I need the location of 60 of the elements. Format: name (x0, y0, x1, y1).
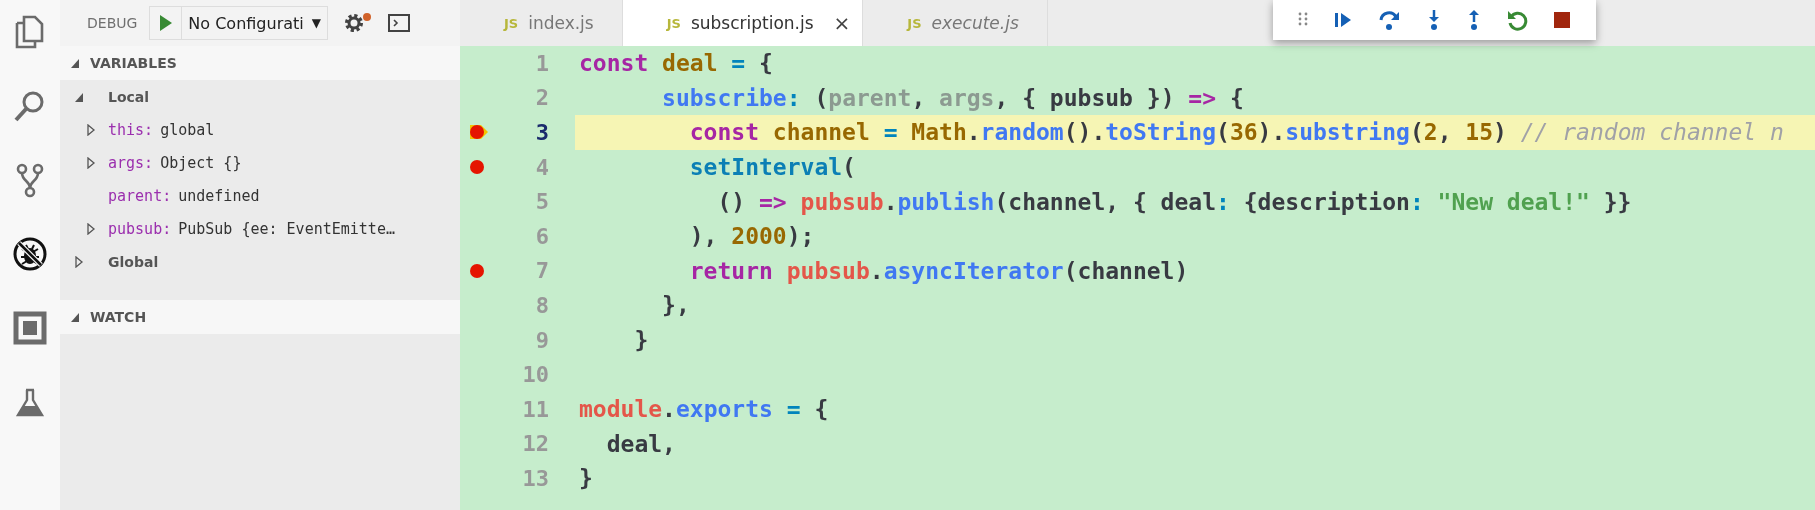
expand-arrow-icon[interactable] (86, 222, 96, 235)
line-number: 11 (521, 396, 549, 422)
variable-row[interactable]: args: Object {} (60, 146, 460, 179)
code-line: setInterval( (688, 154, 856, 181)
debug-title: DEBUG (87, 15, 138, 31)
bug-icon[interactable] (12, 236, 48, 272)
code-line: () => pubsub.publish(channel, { deal: {description: "New deal!" }} (716, 188, 1632, 215)
stop-icon[interactable] (1553, 11, 1572, 29)
continue-icon[interactable] (1332, 10, 1353, 30)
line-number: 4 (534, 154, 549, 180)
line-number: 10 (521, 362, 549, 388)
code-line: } (579, 465, 593, 492)
terminal-icon[interactable] (388, 14, 410, 32)
code-line: }, (661, 292, 690, 319)
variable-row[interactable]: pubsub: PubSub {ee: EventEmitte… (60, 212, 460, 245)
variable-value: Object {} (160, 153, 242, 172)
step-into-icon[interactable] (1427, 9, 1442, 31)
section-header[interactable]: VARIABLES (60, 46, 460, 80)
variable-name: args: (108, 153, 154, 172)
variable-value: undefined (178, 186, 260, 205)
variable-row[interactable]: this: global (60, 113, 460, 146)
square-icon[interactable] (12, 310, 48, 346)
expand-arrow-icon[interactable] (86, 123, 96, 136)
line-number: 2 (534, 85, 549, 111)
code-line: ), 2000); (688, 223, 815, 250)
line-number: 5 (534, 189, 549, 215)
expand-arrow-icon[interactable] (86, 156, 96, 169)
line-number: 7 (534, 258, 549, 284)
variable-value: PubSub {ee: EventEmitte… (178, 219, 395, 238)
code-line: const deal = { (579, 50, 773, 77)
code-line: } (633, 327, 649, 354)
breakpoint-arrow-icon[interactable] (469, 123, 489, 142)
collapse-arrow-icon (70, 57, 80, 69)
grip-icon[interactable] (1297, 12, 1308, 28)
scope-row[interactable]: Global (60, 245, 460, 278)
play-icon (158, 14, 173, 32)
line-number: 12 (521, 431, 549, 457)
collapse-arrow-icon (70, 311, 80, 323)
line-number: 3 (534, 120, 549, 145)
code-line: return pubsub.asyncIterator(channel) (688, 257, 1189, 284)
variable-value: global (160, 120, 215, 139)
variable-name: pubsub: (108, 219, 172, 238)
code-line: deal, (605, 430, 676, 457)
variable-name: this: (108, 120, 154, 139)
line-number: 8 (534, 292, 549, 318)
line-number: 1 (534, 50, 549, 76)
line-number: 13 (521, 465, 549, 491)
scope-row[interactable]: Local (60, 80, 460, 113)
code-line: const channel = Math.random().toString(36).substring(2, 15) // random channel n (688, 119, 1784, 146)
variable-row[interactable]: parent: undefined (60, 179, 460, 212)
code-line: subscribe: (parent, args, { pubsub }) => { (661, 84, 1244, 111)
variable-name: parent: (108, 186, 172, 205)
line-number: 6 (534, 223, 549, 249)
section-header[interactable]: WATCH (60, 300, 460, 334)
line-number: 9 (534, 327, 549, 353)
editor-tab[interactable]: JS subscription.js × (622, 0, 864, 46)
restart-icon[interactable] (1506, 9, 1529, 31)
code-line: module.exports = { (579, 396, 829, 423)
expand-arrow-icon (74, 255, 84, 268)
gear-icon[interactable] (342, 11, 374, 35)
